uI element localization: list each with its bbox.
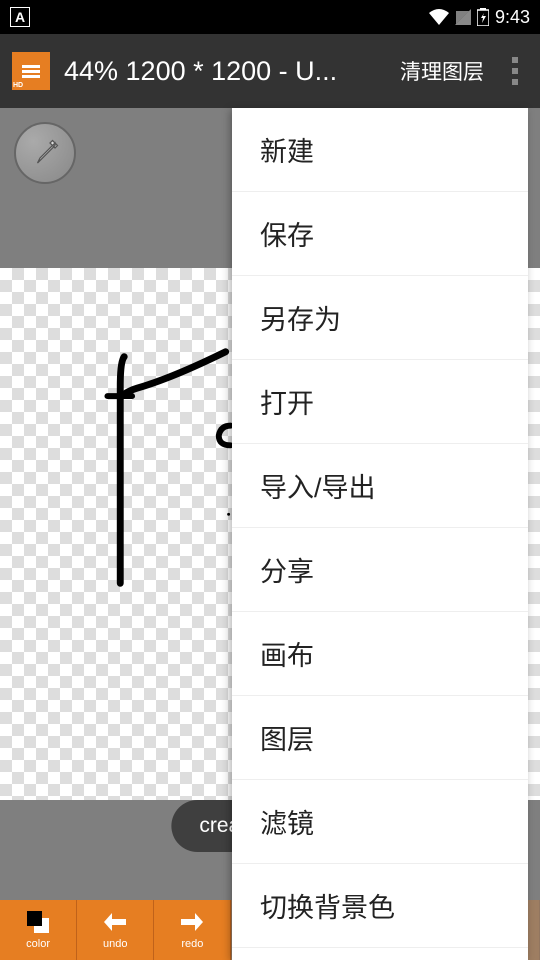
menu-item-save-as[interactable]: 另存为 [232, 276, 528, 360]
menu-item-new[interactable]: 新建 [232, 108, 528, 192]
menu-item-change-ui[interactable]: 更改界面模式 [232, 948, 528, 960]
battery-icon [477, 8, 489, 26]
menu-item-save[interactable]: 保存 [232, 192, 528, 276]
menu-item-canvas[interactable]: 画布 [232, 612, 528, 696]
redo-button[interactable]: redo [154, 900, 231, 960]
color-icon [27, 911, 49, 936]
overflow-menu-button[interactable] [512, 57, 518, 85]
clock-text: 9:43 [495, 7, 530, 28]
undo-button[interactable]: undo [77, 900, 154, 960]
status-bar: A 9:43 [0, 0, 540, 34]
eyedropper-icon [30, 138, 60, 168]
keyboard-indicator: A [10, 7, 30, 27]
menu-item-share[interactable]: 分享 [232, 528, 528, 612]
menu-item-import-export[interactable]: 导入/导出 [232, 444, 528, 528]
app-logo[interactable]: HD [12, 52, 50, 90]
arrow-left-icon [104, 911, 126, 936]
eyedropper-tool[interactable] [14, 122, 76, 184]
menu-item-filter[interactable]: 滤镜 [232, 780, 528, 864]
menu-item-open[interactable]: 打开 [232, 360, 528, 444]
context-menu: 新建 保存 另存为 打开 导入/导出 分享 画布 图层 滤镜 切换背景色 更改界… [232, 108, 528, 960]
arrow-right-icon [181, 911, 203, 936]
wifi-icon [429, 9, 449, 25]
menu-item-layer[interactable]: 图层 [232, 696, 528, 780]
menu-item-toggle-bg[interactable]: 切换背景色 [232, 864, 528, 948]
app-bar: HD 44% 1200 * 1200 - U... 清理图层 [0, 34, 540, 108]
color-button[interactable]: color [0, 900, 77, 960]
clean-layers-button[interactable]: 清理图层 [400, 56, 484, 86]
page-title: 44% 1200 * 1200 - U... [64, 56, 390, 87]
signal-icon [455, 9, 471, 25]
